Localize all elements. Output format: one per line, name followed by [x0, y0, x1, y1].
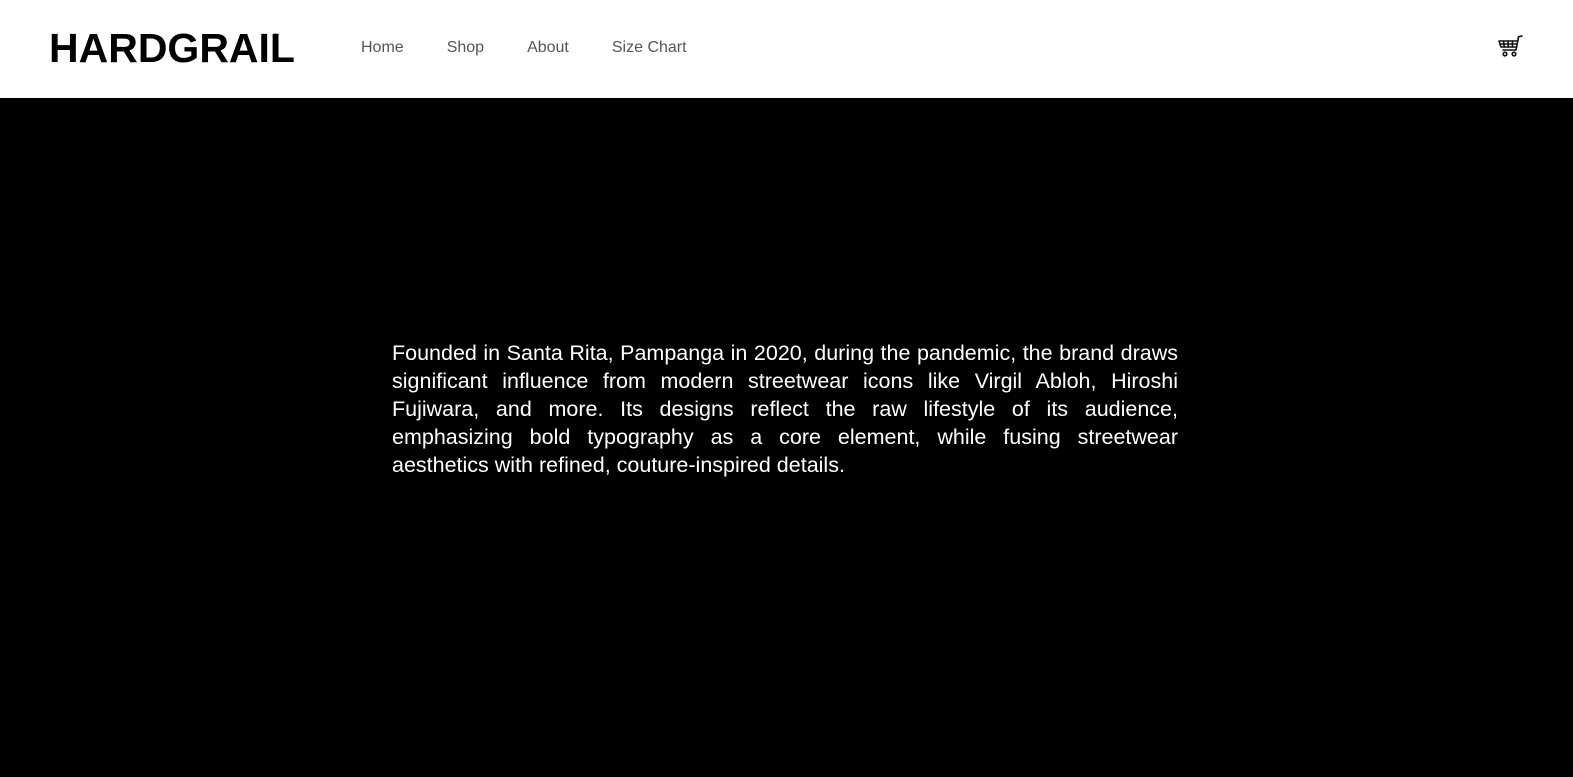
nav-link-about[interactable]: About	[527, 38, 569, 58]
main-nav: Home Shop About Size Chart	[361, 38, 687, 58]
brand-logo[interactable]: HARDGRAIL	[49, 24, 295, 72]
shopping-cart-icon	[1497, 33, 1523, 64]
nav-link-size-chart[interactable]: Size Chart	[612, 38, 687, 58]
nav-link-home[interactable]: Home	[361, 38, 404, 58]
about-paragraph: Founded in Santa Rita, Pampanga in 2020,…	[392, 341, 1178, 477]
site-header: HARDGRAIL Home Shop About Size Chart	[0, 0, 1573, 98]
about-section: Founded in Santa Rita, Pampanga in 2020,…	[0, 98, 1573, 777]
cart-button[interactable]	[1496, 34, 1524, 62]
nav-link-shop[interactable]: Shop	[447, 38, 484, 58]
